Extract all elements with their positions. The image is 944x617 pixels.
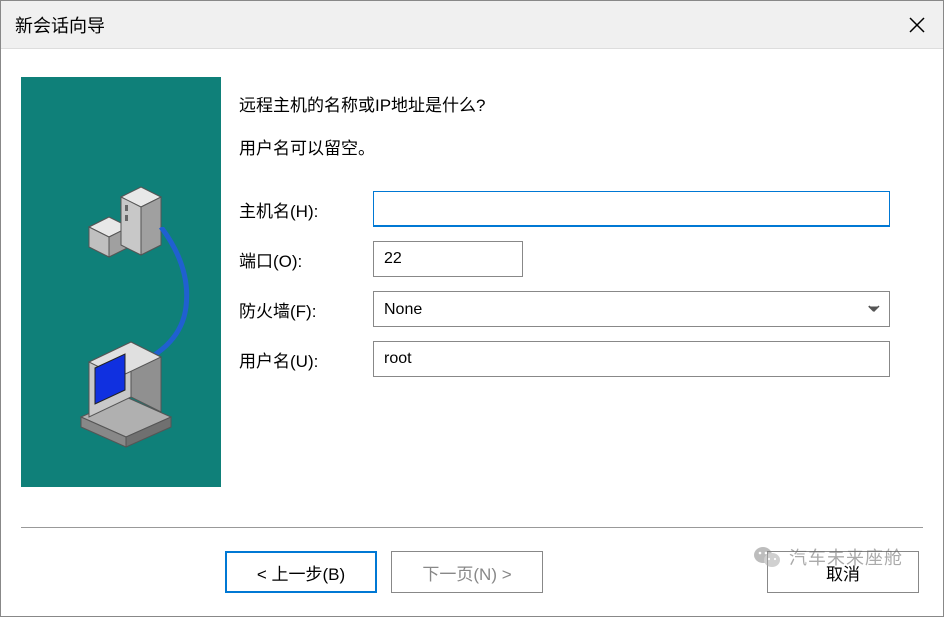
content-area: 远程主机的名称或IP地址是什么? 用户名可以留空。 主机名(H): 端口(O):… xyxy=(1,49,943,527)
back-button[interactable]: < 上一步(B) xyxy=(225,551,377,593)
button-row: < 上一步(B) 下一页(N) > 取消 汽车未来座舱 xyxy=(1,528,943,616)
hostname-row: 主机名(H): xyxy=(239,191,923,227)
firewall-row: 防火墙(F): None xyxy=(239,291,923,327)
hostname-input[interactable] xyxy=(373,191,890,227)
firewall-select-wrapper: None xyxy=(373,291,890,327)
close-icon[interactable] xyxy=(907,15,927,35)
port-input[interactable] xyxy=(373,241,523,277)
firewall-select[interactable]: None xyxy=(373,291,890,327)
next-button[interactable]: 下一页(N) > xyxy=(391,551,543,593)
window-title: 新会话向导 xyxy=(15,12,105,38)
username-input[interactable] xyxy=(373,341,890,377)
cancel-button[interactable]: 取消 xyxy=(767,551,919,593)
titlebar: 新会话向导 xyxy=(1,1,943,49)
new-session-wizard-dialog: 新会话向导 xyxy=(0,0,944,617)
hostname-label: 主机名(H): xyxy=(239,197,365,222)
form-subheading: 用户名可以留空。 xyxy=(239,134,923,159)
wizard-graphic xyxy=(21,77,221,487)
username-label: 用户名(U): xyxy=(239,347,365,372)
username-row: 用户名(U): xyxy=(239,341,923,377)
firewall-label: 防火墙(F): xyxy=(239,297,365,322)
form-heading: 远程主机的名称或IP地址是什么? xyxy=(239,91,923,116)
form-area: 远程主机的名称或IP地址是什么? 用户名可以留空。 主机名(H): 端口(O):… xyxy=(239,77,923,517)
port-row: 端口(O): xyxy=(239,241,923,277)
computer-icon xyxy=(71,322,181,452)
port-label: 端口(O): xyxy=(239,247,365,272)
